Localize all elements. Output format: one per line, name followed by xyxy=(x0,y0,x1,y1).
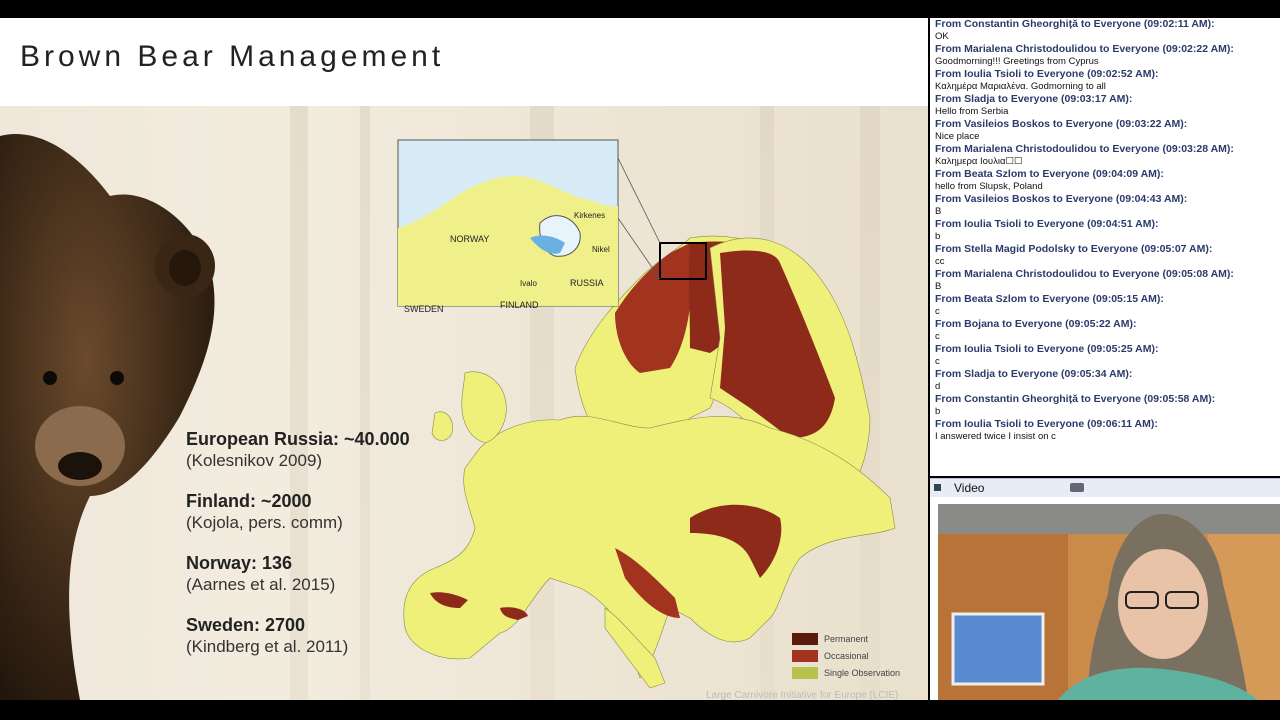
chat-message: From Ioulia Tsioli to Everyone (09:04:51… xyxy=(930,218,1280,243)
top-letterbox xyxy=(0,0,1280,18)
chat-message-body: c xyxy=(935,330,940,342)
chat-message-header: From Vasileios Boskos to Everyone (09:04… xyxy=(935,193,1188,205)
chat-message-body: Καλημερα Ιουλια☐☐ xyxy=(935,155,1023,167)
chat-message: From Bojana to Everyone (09:05:22 AM): c xyxy=(930,318,1280,343)
chat-message-body: d xyxy=(935,380,941,392)
inset-label-kirkenes: Kirkenes xyxy=(574,211,605,220)
chat-message-body: OK xyxy=(935,30,949,42)
legend-label: Permanent xyxy=(824,633,869,644)
chat-message: From Marialena Christodoulidou to Everyo… xyxy=(930,43,1280,68)
chat-message-body: Nice place xyxy=(935,130,980,142)
chat-message: From Sladja to Everyone (09:05:34 AM): d xyxy=(930,368,1280,393)
chat-panel[interactable]: From Constantin Gheorghiță to Everyone (… xyxy=(930,18,1280,476)
stat-value: Finland: ~2000 xyxy=(186,491,312,511)
stat-source: (Kolesnikov 2009) xyxy=(186,451,323,470)
chat-message-header: From Stella Magid Podolsky to Everyone (… xyxy=(935,243,1213,255)
legend-swatch-single xyxy=(792,666,818,679)
stat-source: (Aarnes et al. 2015) xyxy=(186,575,336,594)
chat-message-header: From Marialena Christodoulidou to Everyo… xyxy=(935,43,1234,55)
chat-message: From Marialena Christodoulidou to Everyo… xyxy=(930,268,1280,293)
slide-title: Brown Bear Management xyxy=(20,40,445,73)
legend-label: Occasional xyxy=(824,650,869,661)
chat-message: From Constantin Gheorghiță to Everyone (… xyxy=(930,393,1280,418)
webcam-feed xyxy=(938,504,1280,700)
chat-message-body: Goodmorning!!! Greetings from Cyprus xyxy=(935,55,1099,67)
stat-value: Sweden: 2700 xyxy=(186,615,306,635)
panel-icon[interactable] xyxy=(934,484,941,491)
chat-message-body: B xyxy=(935,280,942,292)
population-stats: European Russia: ~40.000 (Kolesnikov 200… xyxy=(186,428,410,676)
stat-european-russia: European Russia: ~40.000 (Kolesnikov 200… xyxy=(186,428,410,472)
legend-swatch-occasional xyxy=(792,649,818,662)
chat-message: From Vasileios Boskos to Everyone (09:04… xyxy=(930,193,1280,218)
stat-source: (Kojola, pers. comm) xyxy=(186,513,343,532)
chat-message-header: From Beata Szlom to Everyone (09:04:09 A… xyxy=(935,168,1164,180)
chat-message: From Stella Magid Podolsky to Everyone (… xyxy=(930,243,1280,268)
chat-message-body: b xyxy=(935,230,941,242)
video-panel-title: Video xyxy=(954,481,985,495)
presentation-slide: Brown Bear Management European Russia: ~… xyxy=(0,18,928,700)
legend-item: Permanent xyxy=(792,630,900,647)
stat-value: Norway: 136 xyxy=(186,553,293,573)
chat-message-header: From Bojana to Everyone (09:05:22 AM): xyxy=(935,318,1137,330)
chat-message-header: From Marialena Christodoulidou to Everyo… xyxy=(935,268,1234,280)
legend-item: Occasional xyxy=(792,647,900,664)
stat-value: European Russia: ~40.000 xyxy=(186,429,410,449)
chat-message: From Sladja to Everyone (09:03:17 AM): He… xyxy=(930,93,1280,118)
chat-message-header: From Vasileios Boskos to Everyone (09:03… xyxy=(935,118,1188,130)
chat-message-header: From Sladja to Everyone (09:05:34 AM): xyxy=(935,368,1133,380)
chat-message-body: cc xyxy=(935,255,945,267)
chat-message: From Beata Szlom to Everyone (09:05:15 A… xyxy=(930,293,1280,318)
chat-message-header: From Ioulia Tsioli to Everyone (09:04:51… xyxy=(935,218,1159,230)
chat-message-body: Hello from Serbia xyxy=(935,105,1009,117)
chat-message: From Ioulia Tsioli to Everyone (09:05:25… xyxy=(930,343,1280,368)
camera-icon[interactable] xyxy=(1070,483,1084,492)
chat-message-body: Καλημέρα Μαριαλένα. Godmorning to all xyxy=(935,80,1106,92)
stat-sweden: Sweden: 2700 (Kindberg et al. 2011) xyxy=(186,614,410,658)
bottom-letterbox xyxy=(0,700,1280,720)
legend-swatch-permanent xyxy=(792,632,818,645)
chat-message-header: From Marialena Christodoulidou to Everyo… xyxy=(935,143,1234,155)
chat-message-header: From Constantin Gheorghiță to Everyone (… xyxy=(935,393,1216,405)
chat-message: From Vasileios Boskos to Everyone (09:03… xyxy=(930,118,1280,143)
legend-label: Single Observation xyxy=(824,667,901,678)
video-panel: Video xyxy=(930,478,1280,700)
europe-bear-distribution-map: NORWAY RUSSIA SWEDEN FINLAND Kirkenes Ni… xyxy=(397,139,896,689)
stat-norway: Norway: 136 (Aarnes et al. 2015) xyxy=(186,552,410,596)
chat-message-header: From Ioulia Tsioli to Everyone (09:02:52… xyxy=(935,68,1159,80)
inset-label-sweden: SWEDEN xyxy=(404,304,444,314)
chat-message: From Ioulia Tsioli to Everyone (09:02:52… xyxy=(930,68,1280,93)
inset-label-russia: RUSSIA xyxy=(570,278,604,288)
chat-message-header: From Ioulia Tsioli to Everyone (09:06:11… xyxy=(935,418,1158,430)
chat-message: From Constantin Gheorghiță to Everyone (… xyxy=(930,18,1280,43)
inset-label-ivalo: Ivalo xyxy=(520,279,537,288)
map-legend: Permanent Occasional Single Observation xyxy=(792,630,900,681)
video-panel-header[interactable]: Video xyxy=(930,478,1280,497)
chat-message-body: c xyxy=(935,355,940,367)
chat-message-body: b xyxy=(935,405,941,417)
chat-message-header: From Beata Szlom to Everyone (09:05:15 A… xyxy=(935,293,1164,305)
chat-message-body: I answered twice I insist on c xyxy=(935,430,1056,442)
inset-label-finland: FINLAND xyxy=(500,300,539,310)
chat-message-header: From Sladja to Everyone (09:03:17 AM): xyxy=(935,93,1133,105)
chat-message-body: hello from Slupsk, Poland xyxy=(935,180,1043,192)
inset-label-norway: NORWAY xyxy=(450,234,489,244)
map-credit: Large Carnivore Initiative for Europe (L… xyxy=(706,690,899,700)
stat-finland: Finland: ~2000 (Kojola, pers. comm) xyxy=(186,490,410,534)
chat-message-body: c xyxy=(935,305,940,317)
stat-source: (Kindberg et al. 2011) xyxy=(186,637,349,656)
inset-label-nikel: Nikel xyxy=(592,245,610,254)
chat-message: From Ioulia Tsioli to Everyone (09:06:11… xyxy=(930,418,1280,443)
legend-item: Single Observation xyxy=(792,664,900,681)
chat-message-header: From Constantin Gheorghiță to Everyone (… xyxy=(935,18,1215,30)
chat-message-body: B xyxy=(935,205,942,217)
chat-message: From Beata Szlom to Everyone (09:04:09 A… xyxy=(930,168,1280,193)
chat-message: From Marialena Christodoulidou to Everyo… xyxy=(930,143,1280,168)
chat-message-header: From Ioulia Tsioli to Everyone (09:05:25… xyxy=(935,343,1159,355)
